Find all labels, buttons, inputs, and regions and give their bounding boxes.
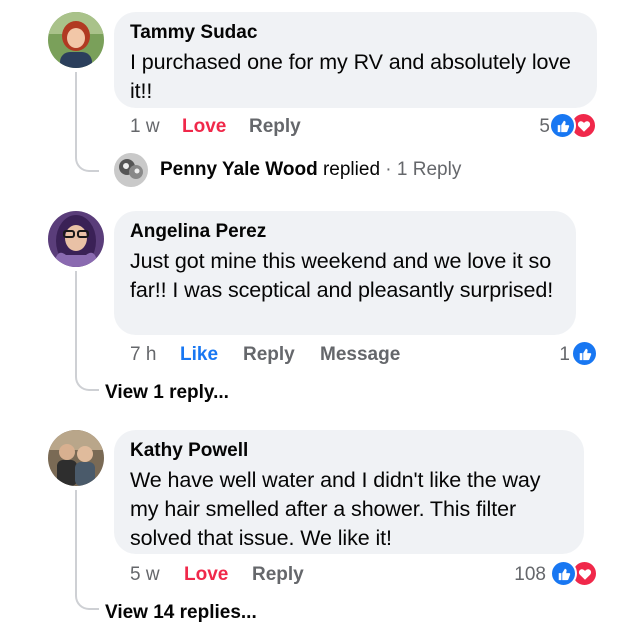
view-replies-link[interactable]: View 1 reply...	[105, 382, 229, 404]
thread-connector	[75, 148, 99, 172]
comment-text: I purchased one for my RV and absolutely…	[130, 50, 571, 103]
message-button[interactable]: Message	[320, 344, 400, 366]
comment-actions: 5 w Love Reply	[130, 564, 330, 588]
comment-text: Just got mine this weekend and we love i…	[130, 249, 554, 302]
avatar-angelina-perez[interactable]	[48, 211, 104, 267]
comment-actions: 1 w Love Reply	[130, 116, 330, 140]
thread-line	[75, 72, 77, 150]
avatar-penny-yale-wood[interactable]	[114, 153, 148, 187]
love-button[interactable]: Love	[182, 116, 226, 138]
comment-bubble: Tammy Sudac I purchased one for my RV an…	[114, 12, 597, 108]
comment-bubble: Angelina Perez Just got mine this weeken…	[114, 211, 576, 335]
reaction-count[interactable]: 5	[520, 116, 550, 138]
profile-photo-icon	[48, 211, 104, 267]
thread-connector	[75, 367, 99, 391]
reply-preview[interactable]: Penny Yale Wood replied · 1 Reply	[160, 159, 461, 181]
reply-count: · 1 Reply	[385, 159, 462, 180]
thread-line	[75, 271, 77, 369]
avatar-kathy-powell[interactable]	[48, 430, 104, 486]
comment-timestamp[interactable]: 1 w	[130, 116, 160, 138]
like-reaction-icon	[549, 112, 576, 139]
comment-text: We have well water and I didn't like the…	[130, 468, 541, 550]
love-button[interactable]: Love	[184, 564, 228, 586]
thread-connector	[75, 586, 99, 610]
like-button[interactable]: Like	[180, 344, 218, 366]
profile-photo-icon	[48, 12, 104, 68]
reply-button[interactable]: Reply	[252, 564, 304, 586]
view-replies-link[interactable]: View 14 replies...	[105, 602, 257, 624]
comment-timestamp[interactable]: 5 w	[130, 564, 160, 586]
profile-photo-icon	[48, 430, 104, 486]
comment-actions: 7 h Like Reply Message	[130, 344, 430, 368]
reply-button[interactable]: Reply	[243, 344, 295, 366]
like-reaction-icon	[550, 560, 577, 587]
comment-bubble: Kathy Powell We have well water and I di…	[114, 430, 584, 554]
comment-author[interactable]: Tammy Sudac	[130, 20, 581, 46]
like-reaction-icon	[571, 340, 598, 367]
reply-button[interactable]: Reply	[249, 116, 301, 138]
reaction-count[interactable]: 108	[496, 564, 546, 586]
thread-line	[75, 490, 77, 588]
comment-timestamp[interactable]: 7 h	[130, 344, 156, 366]
reply-author: Penny Yale Wood	[160, 159, 318, 180]
comment-author[interactable]: Angelina Perez	[130, 219, 560, 245]
reaction-count[interactable]: 1	[540, 344, 570, 366]
avatar-tammy-sudac[interactable]	[48, 12, 104, 68]
profile-photo-icon	[114, 153, 148, 187]
comment-author[interactable]: Kathy Powell	[130, 438, 568, 464]
reply-verb: replied	[322, 159, 381, 180]
